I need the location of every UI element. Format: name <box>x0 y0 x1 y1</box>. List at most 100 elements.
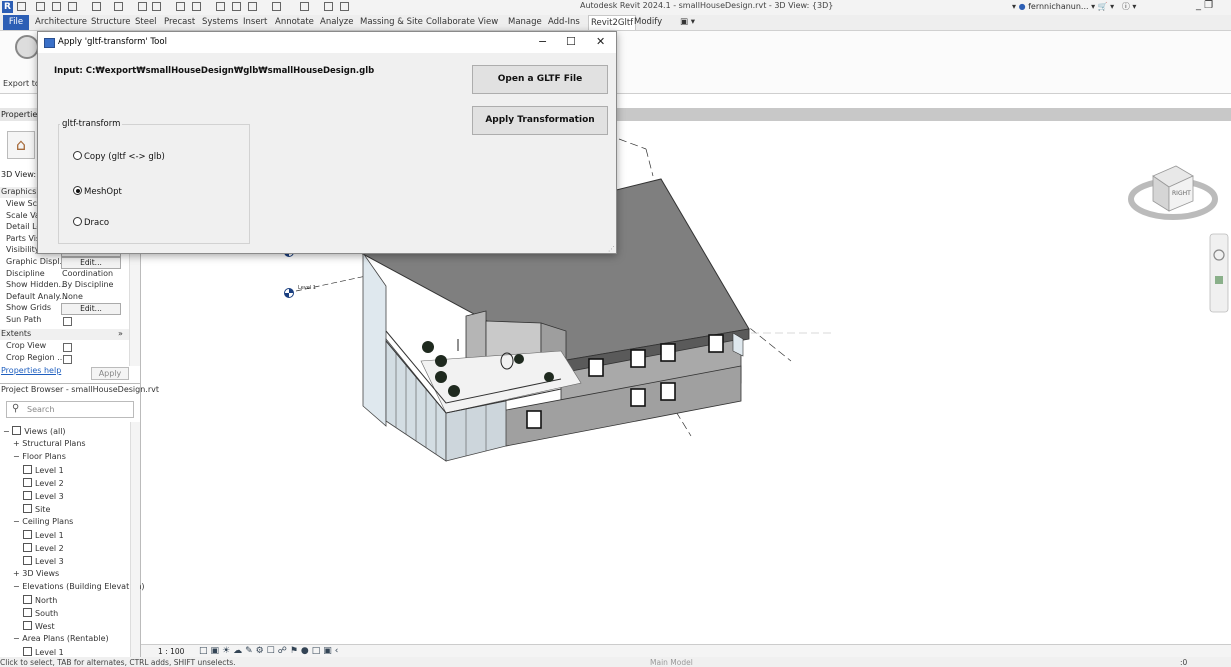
tag-icon[interactable] <box>216 2 225 11</box>
open-gltf-button[interactable]: Open a GLTF File <box>472 65 608 94</box>
ribbon-tab-add-ins[interactable]: Add-Ins <box>548 17 580 27</box>
properties-help-link[interactable]: Properties help <box>1 366 61 375</box>
property-value[interactable]: By Discipline <box>62 280 113 289</box>
ribbon-tab-modify[interactable]: Modify <box>634 17 662 27</box>
browser-item[interactable]: Level 1 <box>23 465 64 475</box>
browser-item[interactable]: West <box>23 621 55 631</box>
minimize-button[interactable]: − <box>538 35 547 48</box>
3d-view-type-icon[interactable]: ⌂ <box>7 131 35 159</box>
browser-item[interactable]: − Area Plans (Rentable) <box>13 634 109 643</box>
revit-logo[interactable]: R <box>2 1 13 13</box>
export-gltf-icon[interactable] <box>15 35 39 59</box>
project-browser-search[interactable]: ⚲ Search <box>6 401 134 418</box>
ribbon-tab-massing-site[interactable]: Massing & Site <box>360 17 423 27</box>
navigation-bar[interactable] <box>1209 233 1229 313</box>
ribbon-tab-systems[interactable]: Systems <box>202 17 238 27</box>
option-draco[interactable]: Draco <box>73 217 109 228</box>
ribbon-tab-architecture[interactable]: Architecture <box>35 17 87 27</box>
browser-item[interactable]: Level 3 <box>23 556 64 566</box>
ribbon-tab-view[interactable]: View <box>478 17 498 27</box>
browser-item[interactable]: South <box>23 608 58 618</box>
switch-windows-icon[interactable] <box>324 2 333 11</box>
browser-item[interactable]: North <box>23 595 57 605</box>
browser-item[interactable]: Level 3 <box>23 491 64 501</box>
cart-icon[interactable]: 🛒 <box>1098 2 1108 11</box>
main-model-selector[interactable]: Main Model <box>650 658 693 667</box>
project-browser-scrollbar[interactable] <box>130 422 140 658</box>
option-meshopt[interactable]: MeshOpt <box>73 186 122 197</box>
extents-section[interactable]: Extents» <box>0 329 129 340</box>
browser-item[interactable]: Level 2 <box>23 478 64 488</box>
property-checkbox[interactable] <box>63 343 72 352</box>
ribbon-tab-collaborate[interactable]: Collaborate <box>426 17 475 27</box>
edit-button[interactable]: Edit... <box>61 257 121 269</box>
resize-grip[interactable]: ⋰ <box>608 245 615 253</box>
view-control-icons[interactable]: □▣☀☁✎⚙☐☍⚑●□▣‹ <box>199 646 341 656</box>
redo-icon[interactable] <box>114 2 123 11</box>
thin-lines-icon[interactable] <box>192 2 201 11</box>
viewcube[interactable]: RIGHT <box>1128 165 1218 220</box>
browser-item[interactable]: − Views (all) <box>3 426 66 436</box>
help-icon[interactable]: ⓘ <box>1122 2 1130 11</box>
ribbon-tab-file[interactable]: File <box>3 15 29 30</box>
open-file-icon[interactable] <box>36 2 45 11</box>
level-marker[interactable]: Level 1 <box>284 247 367 298</box>
ribbon-tab-steel[interactable]: Steel <box>135 17 157 27</box>
dimension-icon[interactable] <box>176 2 185 11</box>
customize-icon[interactable] <box>340 2 349 11</box>
ribbon-tab-manage[interactable]: Manage <box>508 17 542 27</box>
default-3d-icon[interactable] <box>248 2 257 11</box>
print-icon[interactable] <box>138 2 147 11</box>
radio-button[interactable] <box>73 151 82 160</box>
collapse-icon[interactable]: − <box>3 427 12 436</box>
apply-properties-button[interactable]: Apply <box>91 367 129 380</box>
collapse-icon[interactable]: − <box>13 452 22 461</box>
close-hidden-icon[interactable] <box>300 2 309 11</box>
view-scale[interactable]: 1 : 100 <box>158 647 184 656</box>
apply-transformation-button[interactable]: Apply Transformation <box>472 106 608 135</box>
collapse-icon[interactable]: » <box>118 329 123 338</box>
sun-path-checkbox[interactable] <box>63 317 72 326</box>
radio-button[interactable] <box>73 217 82 226</box>
contextual-tab-icon[interactable]: ▣ ▾ <box>680 17 695 27</box>
ribbon-tab-annotate[interactable]: Annotate <box>275 17 314 27</box>
close-button[interactable]: ✕ <box>596 35 605 48</box>
browser-item[interactable]: − Elevations (Building Elevation) <box>13 582 145 591</box>
browser-item[interactable]: Level 2 <box>23 543 64 553</box>
browser-item[interactable]: Level 1 <box>23 647 64 657</box>
property-checkbox[interactable] <box>63 354 72 364</box>
collapse-icon[interactable]: − <box>13 582 22 591</box>
sync-icon[interactable] <box>68 2 77 11</box>
ribbon-tab-analyze[interactable]: Analyze <box>320 17 354 27</box>
collapse-icon[interactable]: − <box>13 517 22 526</box>
browser-item[interactable]: − Ceiling Plans <box>13 517 73 526</box>
expand-icon[interactable]: + <box>13 439 22 448</box>
ribbon-tab-revit2gltf[interactable]: Revit2Gltf <box>588 15 637 30</box>
text-icon[interactable] <box>232 2 241 11</box>
browser-item[interactable]: Level 1 <box>23 530 64 540</box>
expand-icon[interactable]: + <box>13 569 22 578</box>
save-icon[interactable] <box>52 2 61 11</box>
collapse-icon[interactable]: − <box>13 634 22 643</box>
ribbon-tab-insert[interactable]: Insert <box>243 17 267 27</box>
user-account[interactable]: ▾ ● fernnichanun... ▾ 🛒 ▾ ⓘ ▾ <box>1012 1 1136 12</box>
dialog-title-bar[interactable]: Apply 'gltf-transform' Tool − ☐ ✕ <box>38 32 616 53</box>
view-type-selector[interactable]: 3D View: <box>1 170 36 179</box>
property-value[interactable]: Coordination <box>62 269 113 278</box>
ribbon-tab-precast[interactable]: Precast <box>164 17 195 27</box>
edit-button[interactable]: Edit... <box>61 303 121 316</box>
measure-icon[interactable] <box>152 2 161 11</box>
browser-item[interactable]: − Floor Plans <box>13 452 66 461</box>
undo-icon[interactable] <box>92 2 101 11</box>
open-icon[interactable] <box>17 2 26 11</box>
radio-button[interactable] <box>73 186 82 195</box>
section-icon[interactable] <box>272 2 281 11</box>
browser-item[interactable]: + 3D Views <box>13 569 59 578</box>
option-copy-gltf-glb[interactable]: Copy (gltf <-> glb) <box>73 151 165 162</box>
maximize-button[interactable]: ☐ <box>566 35 576 48</box>
property-value[interactable]: None <box>62 292 83 301</box>
window-controls[interactable]: _ ❐ <box>1196 0 1213 11</box>
browser-item[interactable]: + Structural Plans <box>13 439 86 448</box>
browser-item[interactable]: Site <box>23 504 50 514</box>
ribbon-tab-structure[interactable]: Structure <box>91 17 131 27</box>
